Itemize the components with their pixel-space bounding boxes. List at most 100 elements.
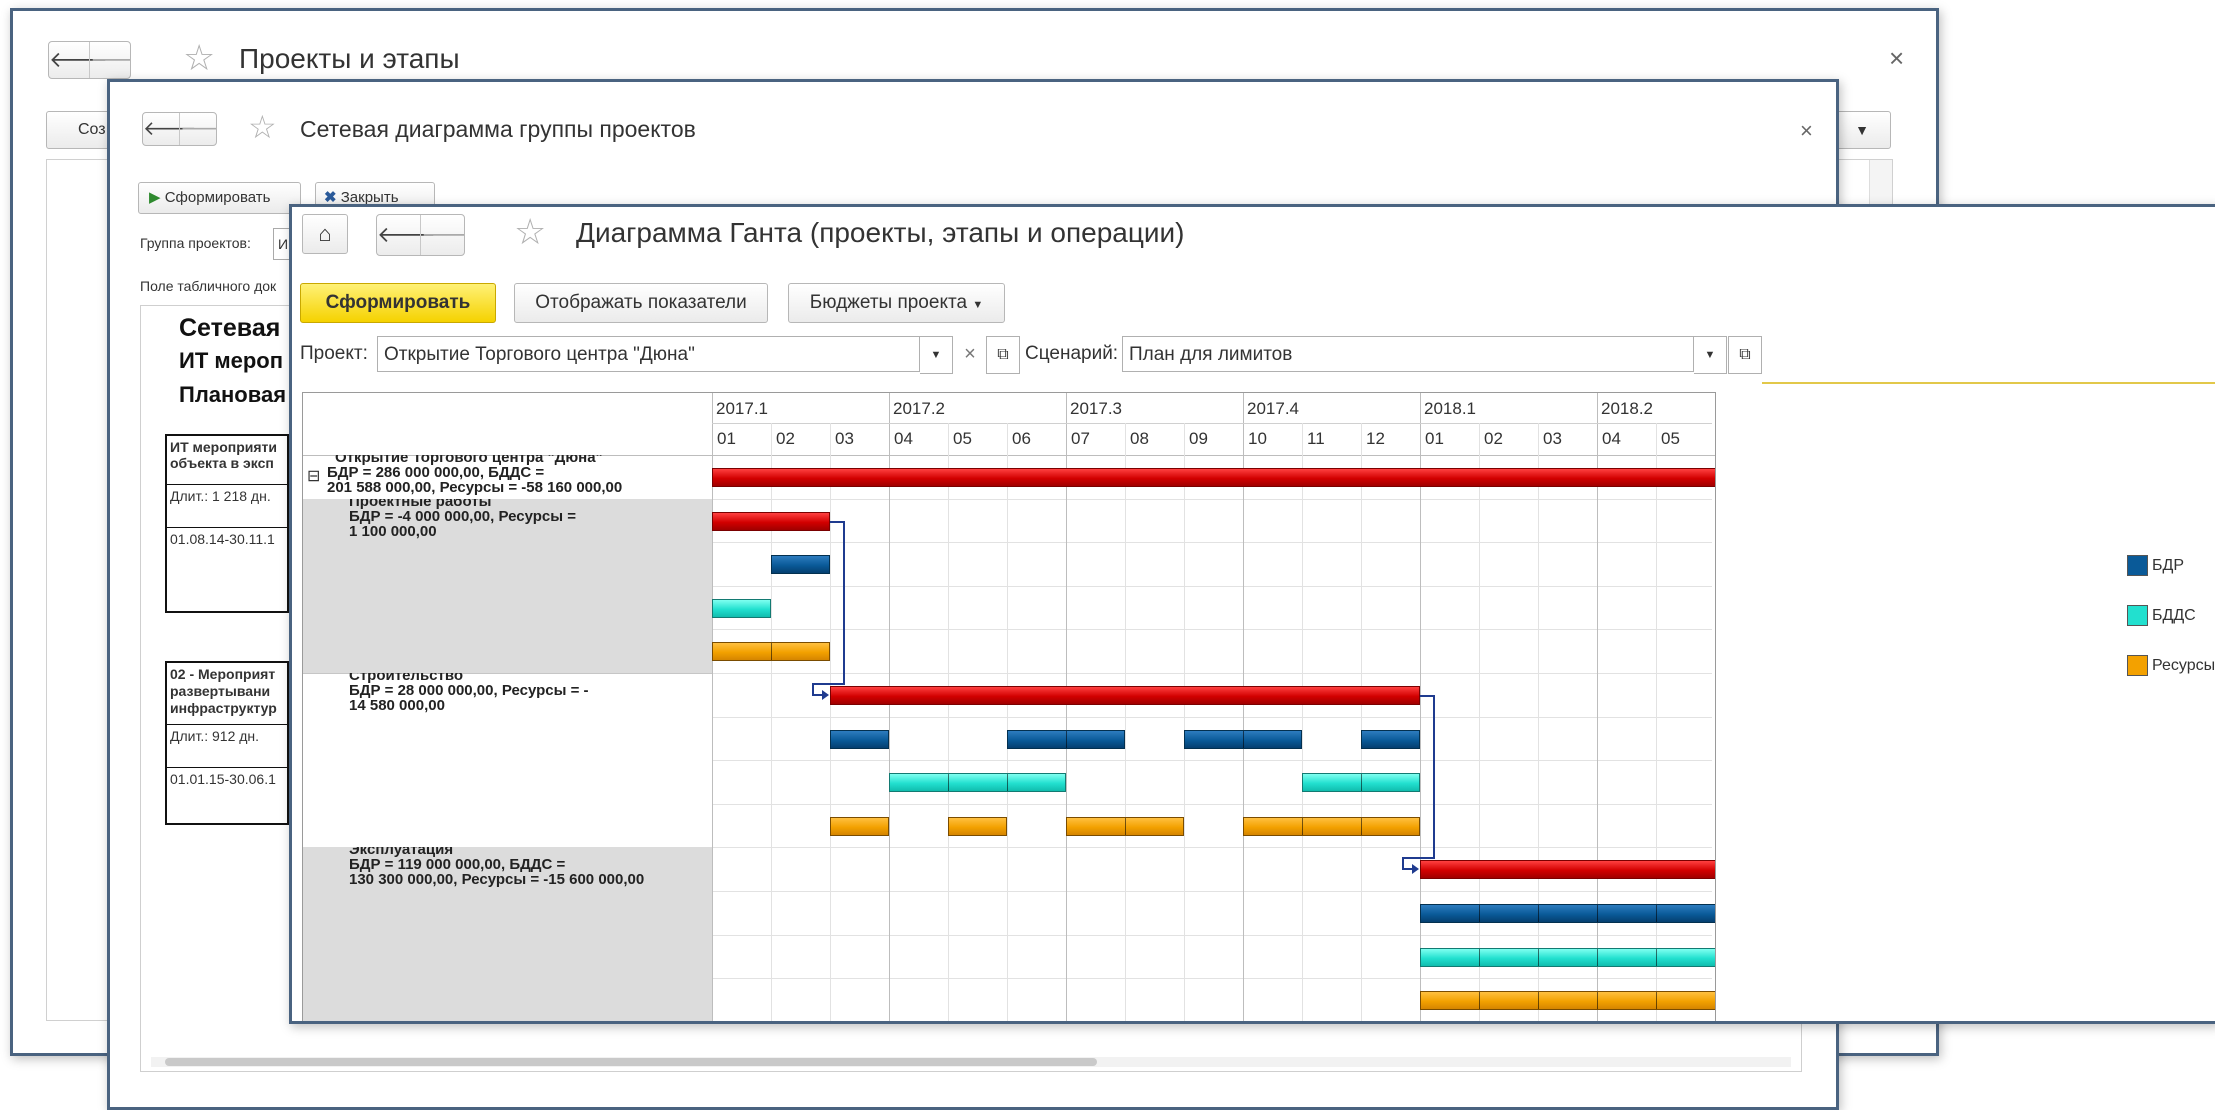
- project-field[interactable]: Открытие Торгового центра "Дюна": [377, 336, 920, 372]
- row-line: [712, 716, 1712, 718]
- gantt-bar-red[interactable]: [1420, 860, 1715, 880]
- row-line: [712, 629, 1712, 631]
- month-divider: [1479, 423, 1480, 1021]
- bar-segment-divider: [1243, 730, 1244, 748]
- gantt-bar-orng[interactable]: [830, 816, 889, 836]
- scenario-open-icon[interactable]: ⧉: [1728, 336, 1762, 374]
- gantt-bar-cyan[interactable]: [712, 598, 771, 618]
- bar-segment-divider: [1715, 992, 1716, 1009]
- month-label: 03: [1543, 429, 1562, 448]
- row-label: Эксплуатация БДР = 119 000 000,00, БДДС =…: [303, 847, 706, 891]
- window-title: Сетевая диаграмма группы проектов: [300, 116, 696, 142]
- favorite-star-icon[interactable]: ☆: [514, 211, 546, 253]
- back-arrow-icon[interactable]: 🡐: [377, 215, 436, 255]
- month-label: 01: [1425, 429, 1444, 448]
- gantt-bar-red[interactable]: [830, 686, 1420, 705]
- collapse-toggle-icon[interactable]: ⊟: [307, 466, 320, 486]
- network-node-2: 02 - Мероприят развертывани инфраструкту…: [165, 661, 289, 825]
- forward-arrow-icon[interactable]: 🡒: [89, 42, 130, 78]
- window-title: Проекты и этапы: [239, 43, 460, 74]
- row-line: [712, 760, 1712, 762]
- gantt-bar-cyan[interactable]: [1420, 947, 1716, 967]
- nav-buttons: 🡐 🡒: [142, 112, 217, 146]
- row-line: [712, 1022, 1712, 1023]
- row-shade: [303, 934, 712, 980]
- gantt-bar-orng[interactable]: [1243, 816, 1420, 836]
- dependency-link: [830, 520, 844, 523]
- bar-segment-divider: [1597, 992, 1598, 1010]
- gantt-bar-red[interactable]: [712, 511, 830, 531]
- legend-item: Ресурсы: [2127, 655, 2215, 676]
- scenario-label: Сценарий:: [1025, 343, 1119, 364]
- forward-arrow-icon[interactable]: 🡒: [420, 215, 464, 255]
- scenario-field[interactable]: План для лимитов: [1122, 336, 1694, 372]
- form-button[interactable]: ▶ Сформировать: [138, 182, 301, 214]
- project-label: Проект:: [300, 343, 368, 364]
- legend-item: БДР: [2127, 555, 2184, 576]
- bar-segment-divider: [1007, 774, 1008, 792]
- gantt-bar-cyan[interactable]: [1302, 773, 1420, 793]
- dependency-link: [1420, 695, 1434, 697]
- form-button[interactable]: Сформировать: [300, 283, 496, 323]
- field-label: Поле табличного док: [140, 278, 277, 294]
- month-label: 01: [717, 429, 736, 448]
- horizontal-scrollbar[interactable]: [151, 1057, 1791, 1067]
- project-budgets-dropdown[interactable]: Бюджеты проекта ▼: [788, 283, 1005, 323]
- month-label: 11: [1307, 429, 1325, 448]
- gantt-bar-blue[interactable]: [1420, 904, 1715, 923]
- quarter-divider: [1243, 393, 1244, 1021]
- project-clear-icon[interactable]: ×: [954, 336, 986, 372]
- project-dropdown-button[interactable]: ▼: [920, 336, 953, 374]
- nav-buttons: 🡐 🡒: [376, 214, 465, 256]
- gantt-bar-orng[interactable]: [948, 816, 1007, 836]
- favorite-star-icon[interactable]: ☆: [248, 108, 277, 146]
- scrollbar-thumb[interactable]: [165, 1058, 1097, 1066]
- show-indicators-button[interactable]: Отображать показатели: [514, 283, 768, 323]
- gantt-bar-orng[interactable]: [1066, 816, 1184, 836]
- network-node-1: ИТ мероприяти объекта в эксп Длит.: 1 21…: [165, 434, 289, 613]
- forward-arrow-icon[interactable]: 🡒: [179, 113, 216, 145]
- favorite-star-icon[interactable]: ☆: [183, 37, 215, 79]
- month-label: 08: [1130, 429, 1149, 448]
- row-line: [712, 498, 1712, 500]
- more-dropdown[interactable]: ▼: [1833, 111, 1891, 149]
- bar-segment-divider: [1656, 948, 1657, 966]
- play-icon: ▶: [149, 189, 161, 206]
- home-button[interactable]: ⌂: [302, 214, 348, 254]
- gantt-bar-red[interactable]: [712, 468, 1715, 487]
- bar-segment-divider: [1479, 992, 1480, 1010]
- gantt-bar-blue[interactable]: [1007, 729, 1125, 749]
- window-title: Диаграмма Ганта (проекты, этапы и операц…: [576, 217, 1185, 248]
- month-divider: [1007, 423, 1008, 1021]
- close-icon[interactable]: ×: [1800, 118, 1813, 144]
- project-open-icon[interactable]: ⧉: [986, 336, 1020, 374]
- row-label: Строительство БДР = 28 000 000,00, Ресурс…: [303, 673, 706, 717]
- scenario-dropdown-button[interactable]: ▼: [1694, 336, 1727, 374]
- gantt-bar-blue[interactable]: [830, 729, 889, 749]
- gantt-bar-blue[interactable]: [1184, 729, 1302, 749]
- month-label: 05: [953, 429, 972, 448]
- month-divider: [1538, 423, 1539, 1021]
- row-shade: [303, 629, 712, 674]
- month-divider: [948, 423, 949, 1021]
- row-line: [712, 673, 1712, 674]
- month-label: 02: [1484, 429, 1503, 448]
- gantt-bar-orng[interactable]: [1420, 991, 1716, 1011]
- bar-segment-divider: [1715, 949, 1716, 966]
- gantt-bar-orng[interactable]: [712, 642, 830, 662]
- back-arrow-icon[interactable]: 🡐: [49, 42, 108, 78]
- group-label: Группа проектов:: [140, 235, 251, 251]
- legend-item: БДДС: [2127, 605, 2196, 626]
- row-label-line: 14 580 000,00: [349, 697, 445, 714]
- close-icon[interactable]: ×: [1889, 43, 1904, 74]
- bar-segment-divider: [1538, 992, 1539, 1010]
- chart-legend: БДР БДДС Ресурсы: [2127, 555, 2215, 755]
- dependency-link: [1433, 695, 1435, 860]
- gantt-bar-cyan[interactable]: [889, 773, 1066, 793]
- gantt-bar-blue[interactable]: [1361, 729, 1420, 749]
- bar-segment-divider: [1479, 948, 1480, 966]
- gantt-bar-blue[interactable]: [771, 555, 830, 575]
- back-arrow-icon[interactable]: 🡐: [143, 113, 197, 145]
- window-gantt: ⌂ 🡐 🡒 ☆ Диаграмма Ганта (проекты, этапы …: [289, 204, 2215, 1024]
- row-shade: [303, 542, 712, 587]
